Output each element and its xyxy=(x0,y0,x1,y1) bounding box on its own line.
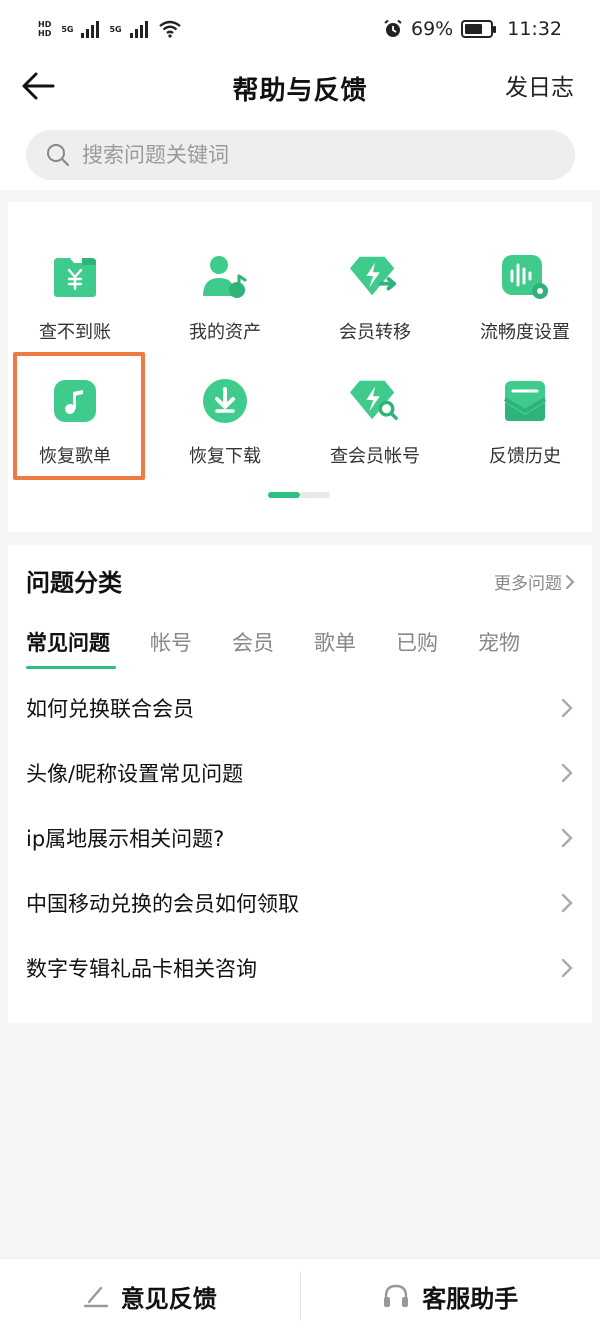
pencil-icon xyxy=(83,1286,108,1308)
feedback-button[interactable]: 意见反馈 xyxy=(0,1259,300,1333)
status-time: 11:32 xyxy=(507,18,562,40)
chevron-right-icon xyxy=(566,574,575,589)
question-list: 如何兑换联合会员 头像/昵称设置常见问题 ip属地展示相关问题? 中国移动兑换的… xyxy=(8,675,592,1000)
question-item[interactable]: 数字专辑礼品卡相关咨询 xyxy=(8,935,592,1000)
net1-label: 5G xyxy=(61,24,74,34)
back-button[interactable] xyxy=(18,66,58,106)
pager-dot[interactable] xyxy=(300,492,330,498)
search-input[interactable] xyxy=(82,143,522,167)
signal-bars-2-icon xyxy=(129,20,148,38)
customer-service-button[interactable]: 客服助手 xyxy=(301,1259,600,1333)
back-arrow-icon xyxy=(22,72,55,100)
search-area xyxy=(0,118,600,190)
question-item[interactable]: 中国移动兑换的会员如何领取 xyxy=(8,870,592,935)
vip-search-icon xyxy=(350,376,400,426)
tool-label: 恢复下载 xyxy=(189,446,261,467)
tool-vip-account-lookup[interactable]: 查会员帐号 xyxy=(300,376,450,476)
tools-grid: 查不到账 我的资产 会员转移 流畅度设置 恢复歌单 恢复下载 查会员帐号 反馈历… xyxy=(8,202,592,532)
battery-percent: 69% xyxy=(411,18,454,40)
more-questions-link[interactable]: 更多问题 xyxy=(494,569,576,594)
tab-account[interactable]: 帐号 xyxy=(150,627,192,669)
tool-smooth-settings[interactable]: 流畅度设置 xyxy=(450,252,600,352)
tab-vip[interactable]: 会员 xyxy=(232,627,274,669)
page-header: 帮助与反馈 发日志 xyxy=(0,58,600,118)
sim2-label: HD xyxy=(38,29,52,38)
grid-pager xyxy=(268,492,330,498)
tool-label: 查会员帐号 xyxy=(330,446,420,467)
pager-dot-active xyxy=(268,492,300,498)
tab-playlist[interactable]: 歌单 xyxy=(314,627,356,669)
chevron-right-icon xyxy=(561,828,573,847)
status-bar: HD HD 5G 5G 69% 11:32 xyxy=(0,0,600,58)
alarm-icon xyxy=(384,19,402,37)
send-log-button[interactable]: 发日志 xyxy=(505,68,574,102)
question-text: 如何兑换联合会员 xyxy=(26,696,194,721)
vip-transfer-icon xyxy=(350,252,400,302)
sim1-label: HD xyxy=(38,20,52,29)
yen-folder-icon xyxy=(50,252,100,302)
question-text: 中国移动兑换的会员如何领取 xyxy=(26,891,299,916)
sim-indicator: HD HD xyxy=(38,20,51,38)
chevron-right-icon xyxy=(561,698,573,717)
question-text: ip属地展示相关问题? xyxy=(26,826,225,851)
download-icon xyxy=(200,376,250,426)
chevron-right-icon xyxy=(561,958,573,977)
wifi-icon xyxy=(158,20,181,38)
tool-my-assets[interactable]: 我的资产 xyxy=(150,252,300,352)
tab-purchased[interactable]: 已购 xyxy=(396,627,438,669)
tool-label: 流畅度设置 xyxy=(480,322,570,343)
headset-icon xyxy=(384,1284,409,1307)
question-item[interactable]: 如何兑换联合会员 xyxy=(8,675,592,740)
tool-label: 查不到账 xyxy=(39,322,111,343)
tool-feedback-history[interactable]: 反馈历史 xyxy=(450,376,600,476)
tool-vip-transfer[interactable]: 会员转移 xyxy=(300,252,450,352)
category-tabs: 常见问题 帐号 会员 歌单 已购 宠物 xyxy=(26,627,560,669)
feedback-history-icon xyxy=(500,376,550,426)
question-item[interactable]: ip属地展示相关问题? xyxy=(8,805,592,870)
signal-bars-1-icon xyxy=(81,20,100,38)
section-title: 问题分类 xyxy=(26,569,122,597)
help-feedback-screen: HD HD 5G 5G 69% 11:32 帮助与反馈 发日志 搜索问题关键词 … xyxy=(0,0,600,1333)
net2-label: 5G xyxy=(109,24,122,34)
search-icon xyxy=(47,144,70,167)
tool-label: 会员转移 xyxy=(339,322,411,343)
network-type-2: 5G xyxy=(109,25,121,34)
tool-label: 反馈历史 xyxy=(489,446,561,467)
feedback-label: 意见反馈 xyxy=(120,1284,217,1313)
page-title: 帮助与反馈 xyxy=(232,75,368,106)
question-item[interactable]: 头像/昵称设置常见问题 xyxy=(8,740,592,805)
chevron-right-icon xyxy=(561,763,573,782)
smooth-settings-icon xyxy=(500,252,550,302)
question-text: 数字专辑礼品卡相关咨询 xyxy=(26,956,257,981)
tab-pet[interactable]: 宠物 xyxy=(478,627,520,669)
highlight-box xyxy=(13,352,145,480)
tool-restore-download[interactable]: 恢复下载 xyxy=(150,376,300,476)
service-label: 客服助手 xyxy=(422,1284,519,1313)
question-text: 头像/昵称设置常见问题 xyxy=(26,761,244,786)
search-bar[interactable] xyxy=(26,130,575,180)
question-categories: 问题分类 更多问题 常见问题 帐号 会员 歌单 已购 宠物 如何兑换联合会员 头… xyxy=(8,545,592,1023)
network-type-1: 5G xyxy=(61,25,73,34)
bottom-action-bar: 意见反馈 客服助手 xyxy=(0,1258,600,1333)
battery-icon xyxy=(461,20,497,38)
tab-common[interactable]: 常见问题 xyxy=(26,627,116,669)
user-assets-icon xyxy=(200,252,250,302)
status-right: 69% 11:32 xyxy=(383,18,562,40)
tool-missing-account[interactable]: 查不到账 xyxy=(0,252,150,352)
status-left: HD HD 5G 5G xyxy=(38,20,182,38)
tool-label: 我的资产 xyxy=(189,322,261,343)
more-label: 更多问题 xyxy=(494,574,562,594)
chevron-right-icon xyxy=(561,893,573,912)
